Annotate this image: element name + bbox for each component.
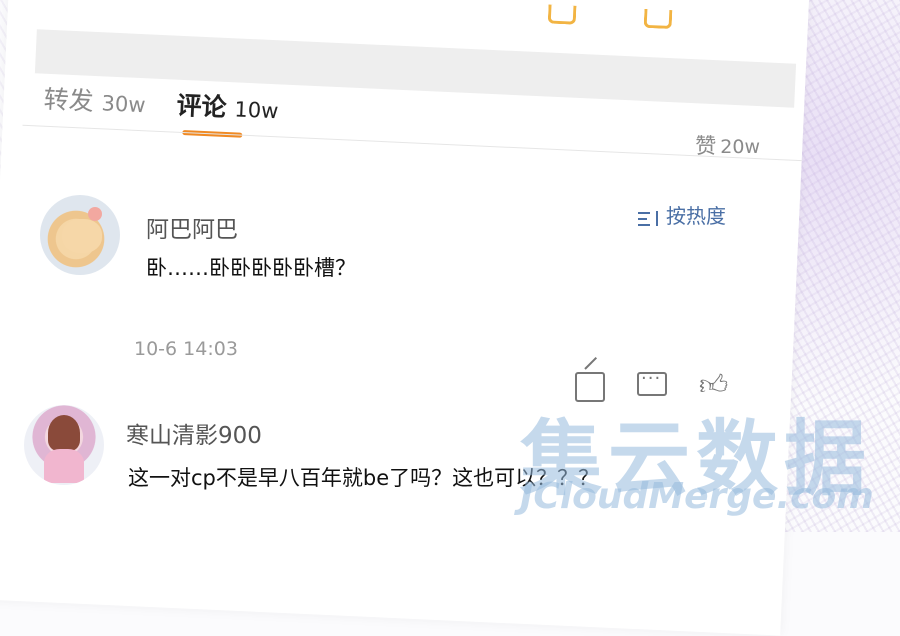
comment-author[interactable]: 寒山清影900 xyxy=(126,416,262,450)
tab-repost-label: 转发 xyxy=(43,84,95,116)
comment-author[interactable]: 阿巴阿巴 xyxy=(146,210,238,244)
avatar[interactable] xyxy=(40,195,120,275)
toolbar-icon[interactable] xyxy=(643,8,673,30)
tab-comment-count: 10w xyxy=(233,97,279,124)
tab-likes[interactable]: 赞 20w xyxy=(695,130,760,160)
tab-repost[interactable]: 转发 30w xyxy=(43,80,146,121)
comment-text: 卧……卧卧卧卧卧槽？ xyxy=(146,256,356,280)
toolbar-icon[interactable] xyxy=(547,4,577,25)
tab-repost-count: 30w xyxy=(101,91,147,118)
tab-comment[interactable]: 评论 10w xyxy=(176,86,279,127)
sort-icon xyxy=(638,210,660,226)
comment-time: 10-6 14:03 xyxy=(134,338,238,360)
sort-button[interactable]: 按热度 xyxy=(638,200,726,229)
watermark-url: JCloudMerge.com xyxy=(520,476,874,517)
comment-panel: 转发 30w 评论 10w xyxy=(0,0,810,636)
sort-label: 按热度 xyxy=(666,204,726,228)
tab-likes-label: 赞 xyxy=(695,134,717,158)
tab-likes-count: 20w xyxy=(720,136,760,158)
tab-comment-label: 评论 xyxy=(175,90,228,122)
avatar[interactable] xyxy=(24,405,104,485)
